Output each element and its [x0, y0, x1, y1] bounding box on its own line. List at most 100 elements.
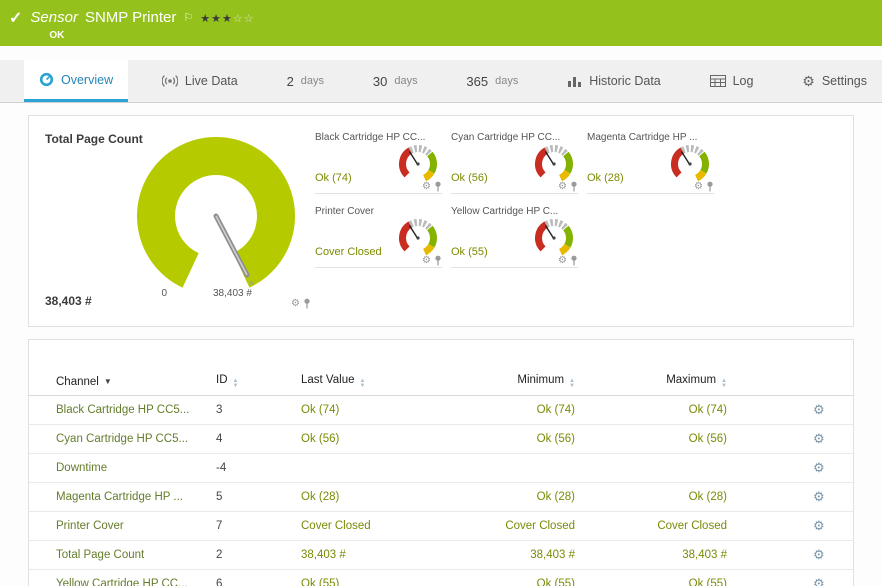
channel-last-value: Cover Closed [274, 512, 449, 541]
channel-edit-icon[interactable]: ⚙ [813, 518, 825, 533]
gauge-settings-icon[interactable]: ⚙ [422, 182, 431, 192]
tab-number: 2 [287, 74, 294, 89]
tab-log[interactable]: Log [695, 60, 769, 102]
channel-edit-icon[interactable]: ⚙ [813, 489, 825, 504]
col-label: Minimum [517, 374, 564, 386]
channel-actions-cell: ⚙ [729, 425, 853, 454]
tab-live-data[interactable]: Live Data [147, 60, 253, 102]
col-header-channel[interactable]: Channel▼ [29, 368, 189, 396]
col-header-id[interactable]: ID▲▼ [189, 368, 274, 396]
gauge-settings-icon[interactable]: ⚙ [558, 182, 567, 192]
tab-number: 30 [373, 74, 387, 89]
gauge-settings-icon[interactable]: ⚙ [291, 299, 300, 309]
channel-row[interactable]: Yellow Cartridge HP CC... 6 Ok (55) Ok (… [29, 570, 853, 586]
channel-last-value: Ok (55) [274, 570, 449, 586]
channel-name[interactable]: Downtime [29, 454, 189, 483]
channel-row[interactable]: Total Page Count 2 38,403 # 38,403 # 38,… [29, 541, 853, 570]
col-header-maximum[interactable]: Maximum ▲▼ [577, 368, 729, 396]
gauge-settings-icon[interactable]: ⚙ [694, 182, 703, 192]
channel-id: 4 [189, 425, 274, 454]
live-data-broadcast-icon [162, 74, 178, 88]
col-label: Channel [56, 376, 99, 388]
total-page-count-widget: Total Page Count × 0 38,403 # 38,403 # ⚙ [37, 126, 315, 318]
gauges-panel: Total Page Count × 0 38,403 # 38,403 # ⚙… [28, 115, 854, 327]
tab-label: Historic Data [589, 74, 661, 88]
channel-row[interactable]: Black Cartridge HP CC5... 3 Ok (74) Ok (… [29, 396, 853, 425]
channel-last-value: 38,403 # [274, 541, 449, 570]
channel-gauge-value: Cover Closed [315, 246, 382, 258]
channel-row[interactable]: Downtime -4 ⚙ [29, 454, 853, 483]
col-label: Maximum [666, 374, 716, 386]
channel-actions-cell: ⚙ [729, 483, 853, 512]
tab-unit: days [301, 75, 324, 87]
channel-edit-icon[interactable]: ⚙ [813, 431, 825, 446]
channel-gauge-value: Ok (56) [451, 172, 488, 184]
channel-last-value: Ok (28) [274, 483, 449, 512]
pin-icon[interactable] [303, 298, 311, 309]
tab-label: Overview [61, 73, 113, 87]
channel-gauge-value: Ok (55) [451, 246, 488, 258]
gauge-settings-icon[interactable]: ⚙ [422, 256, 431, 266]
channel-maximum [577, 454, 729, 483]
stars-filled: ★★★ [200, 13, 233, 25]
gauge-settings-icon[interactable]: ⚙ [558, 256, 567, 266]
tab-number: 365 [466, 74, 488, 89]
sort-icon: ▲▼ [569, 379, 575, 389]
channel-maximum: 38,403 # [577, 541, 729, 570]
channel-edit-icon[interactable]: ⚙ [813, 576, 825, 586]
pin-icon[interactable] [706, 181, 714, 192]
channel-actions-cell: ⚙ [729, 512, 853, 541]
channel-row[interactable]: Magenta Cartridge HP ... 5 Ok (28) Ok (2… [29, 483, 853, 512]
channel-maximum: Ok (74) [577, 396, 729, 425]
sensor-title: SNMP Printer [85, 9, 176, 26]
channel-actions-cell: ⚙ [729, 454, 853, 483]
channel-row[interactable]: Printer Cover 7 Cover Closed Cover Close… [29, 512, 853, 541]
pin-icon[interactable] [434, 255, 442, 266]
tab-365-days[interactable]: 365 days [451, 60, 533, 102]
channel-edit-icon[interactable]: ⚙ [813, 547, 825, 562]
channel-maximum: Ok (56) [577, 425, 729, 454]
tab-historic-data[interactable]: Historic Data [552, 60, 676, 102]
gauge-max-label: 38,403 # [213, 288, 252, 299]
channel-last-value: Ok (56) [274, 425, 449, 454]
priority-stars[interactable]: ★★★☆☆ [200, 11, 254, 25]
col-header-actions [729, 368, 853, 396]
channel-edit-icon[interactable]: ⚙ [813, 402, 825, 417]
total-page-count-gauge: × [91, 134, 341, 306]
channel-last-value: Ok (74) [274, 396, 449, 425]
gauge-min-label: 0 [137, 288, 167, 299]
channel-name[interactable]: Yellow Cartridge HP CC... [29, 570, 189, 586]
channel-id: 6 [189, 570, 274, 586]
channel-gauge-widget: Cyan Cartridge HP CC... Ok (56) ⚙ [451, 130, 578, 194]
channel-id: 3 [189, 396, 274, 425]
tab-label: Log [733, 74, 754, 88]
sort-icon: ▲▼ [721, 379, 727, 389]
pin-icon[interactable] [570, 255, 578, 266]
sensor-header: ✓ Sensor SNMP Printer ⚐ ★★★☆☆ OK [0, 0, 882, 46]
sort-icon: ▲▼ [360, 379, 366, 389]
tab-overview[interactable]: Overview [24, 60, 128, 102]
col-header-minimum[interactable]: Minimum ▲▼ [449, 368, 577, 396]
pin-icon[interactable] [434, 181, 442, 192]
pin-icon[interactable] [570, 181, 578, 192]
channel-gauge-donut [532, 216, 576, 260]
channel-name[interactable]: Cyan Cartridge HP CC5... [29, 425, 189, 454]
channel-name[interactable]: Magenta Cartridge HP ... [29, 483, 189, 512]
channel-row[interactable]: Cyan Cartridge HP CC5... 4 Ok (56) Ok (5… [29, 425, 853, 454]
channel-name[interactable]: Total Page Count [29, 541, 189, 570]
channel-gauge-value: Ok (28) [587, 172, 624, 184]
channel-table-header-row: Channel▼ ID▲▼ Last Value▲▼ Minimum▲▼ Max… [29, 368, 853, 396]
tab-unit: days [394, 75, 417, 87]
col-label: ID [216, 374, 228, 386]
channel-edit-icon[interactable]: ⚙ [813, 460, 825, 475]
col-header-last-value[interactable]: Last Value▲▼ [274, 368, 449, 396]
channel-actions-cell: ⚙ [729, 570, 853, 586]
gauge-current-value: 38,403 # [45, 294, 92, 308]
tab-label: Settings [822, 74, 867, 88]
flag-icon[interactable]: ⚐ [183, 11, 193, 24]
channel-name[interactable]: Printer Cover [29, 512, 189, 541]
channel-name[interactable]: Black Cartridge HP CC5... [29, 396, 189, 425]
tab-2-days[interactable]: 2 days [272, 60, 339, 102]
tab-30-days[interactable]: 30 days [358, 60, 433, 102]
tab-settings[interactable]: ⚙ Settings [787, 60, 882, 102]
